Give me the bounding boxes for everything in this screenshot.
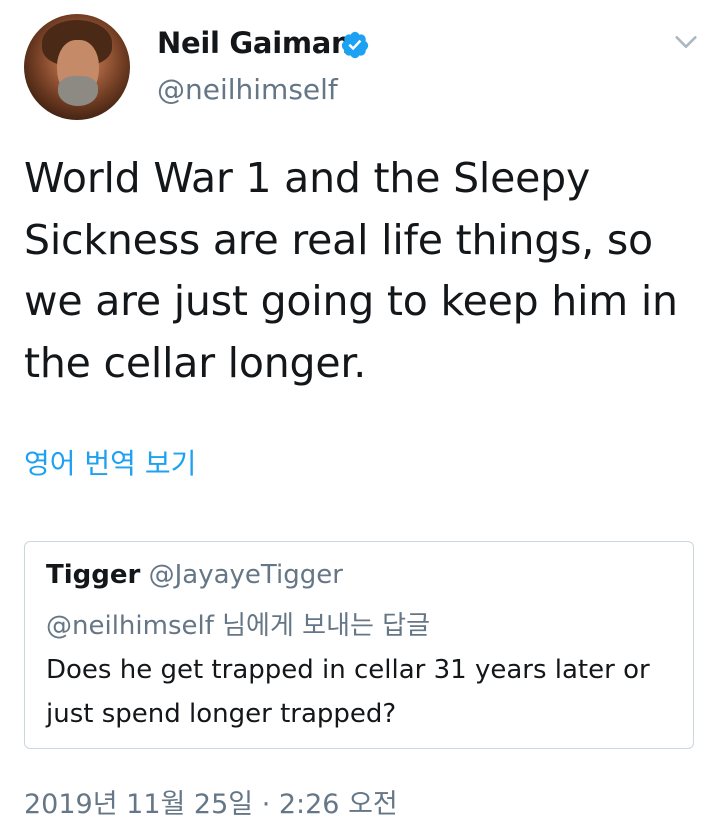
avatar-beard — [58, 76, 98, 106]
translate-link[interactable]: 영어 번역 보기 — [24, 442, 196, 482]
author-name[interactable]: Neil Gaiman — [157, 26, 352, 60]
quoted-author-handle[interactable]: @JayayeTigger — [149, 560, 343, 590]
tweet-timestamp[interactable]: 2019년 11월 25일 · 2:26 오전 — [24, 782, 398, 821]
quoted-tweet-text: Does he get trapped in cellar 31 years l… — [46, 655, 650, 729]
quoted-reply-context: @neilhimself 님에게 보내는 답글 — [46, 611, 431, 641]
verified-badge-icon — [341, 31, 369, 59]
quoted-author-name[interactable]: Tigger — [46, 560, 140, 590]
author-handle[interactable]: @neilhimself — [157, 73, 338, 106]
tweet-text: World War 1 and the Sleepy Sickness are … — [24, 154, 678, 387]
author-avatar[interactable] — [24, 14, 130, 120]
chevron-down-icon[interactable] — [672, 28, 700, 56]
quoted-author: Tigger @JayayeTigger — [46, 560, 343, 590]
quoted-tweet[interactable]: Tigger @JayayeTigger @neilhimself 님에게 보내… — [24, 541, 694, 749]
